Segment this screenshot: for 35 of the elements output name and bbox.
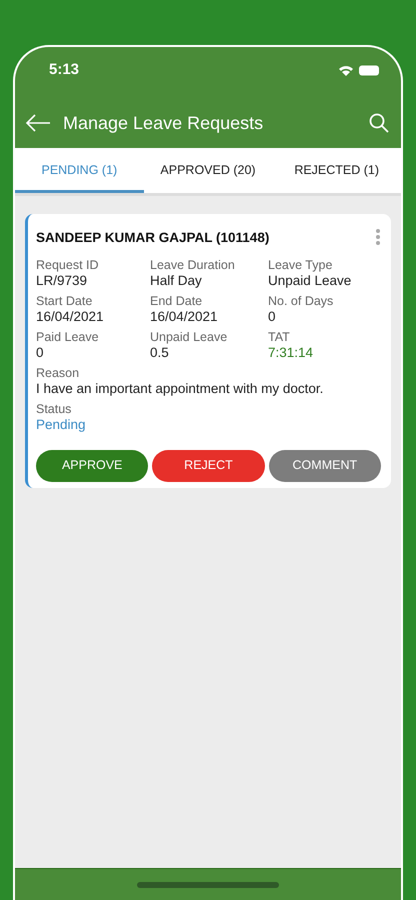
field-label: Start Date: [36, 294, 94, 310]
field-value: Unpaid Leave: [268, 273, 352, 290]
tab[interactable]: APPROVED (20): [144, 148, 272, 193]
field-label: No. of Days: [268, 294, 334, 310]
field-value: Half Day: [150, 273, 203, 290]
comment-button[interactable]: COMMENT: [268, 450, 381, 482]
field-label: Unpaid Leave: [150, 330, 228, 345]
screen-title: Manage Leave Requests: [63, 112, 264, 135]
status-icons: [337, 64, 381, 77]
field-label: Leave Type: [268, 258, 334, 274]
tab[interactable]: REJECTED (1): [272, 148, 401, 193]
field-label: Leave Duration: [150, 258, 236, 274]
field-value: I have an important appointment with my doctor.: [36, 380, 324, 398]
field-value: 16/04/2021: [150, 309, 219, 326]
field-label: TAT: [268, 330, 291, 345]
approve-button[interactable]: APPROVE: [36, 450, 148, 482]
field-value: 0.5: [150, 345, 170, 362]
field-value: 16/04/2021: [36, 309, 105, 326]
status-value: Pending: [36, 416, 87, 434]
reject-button[interactable]: REJECT: [152, 450, 265, 482]
field-label: Status: [36, 402, 72, 417]
field-value: 7:31:14: [268, 345, 314, 362]
field-label: End Date: [150, 294, 204, 310]
field-label: Reason: [36, 366, 80, 381]
field-value: LR/9739: [36, 273, 88, 290]
field-label: Paid Leave: [36, 330, 100, 345]
field-value: 0: [268, 309, 277, 326]
status-time: 5:13: [49, 60, 80, 80]
field-value: 0: [36, 345, 45, 362]
more-options-icon[interactable]: [375, 228, 381, 246]
back-arrow-icon[interactable]: [25, 114, 51, 132]
tab[interactable]: PENDING (1): [15, 148, 144, 193]
field-label: Request ID: [36, 258, 100, 274]
employee-name: SANDEEP KUMAR GAJPAL (101148): [36, 229, 270, 247]
search-icon[interactable]: [369, 113, 389, 133]
